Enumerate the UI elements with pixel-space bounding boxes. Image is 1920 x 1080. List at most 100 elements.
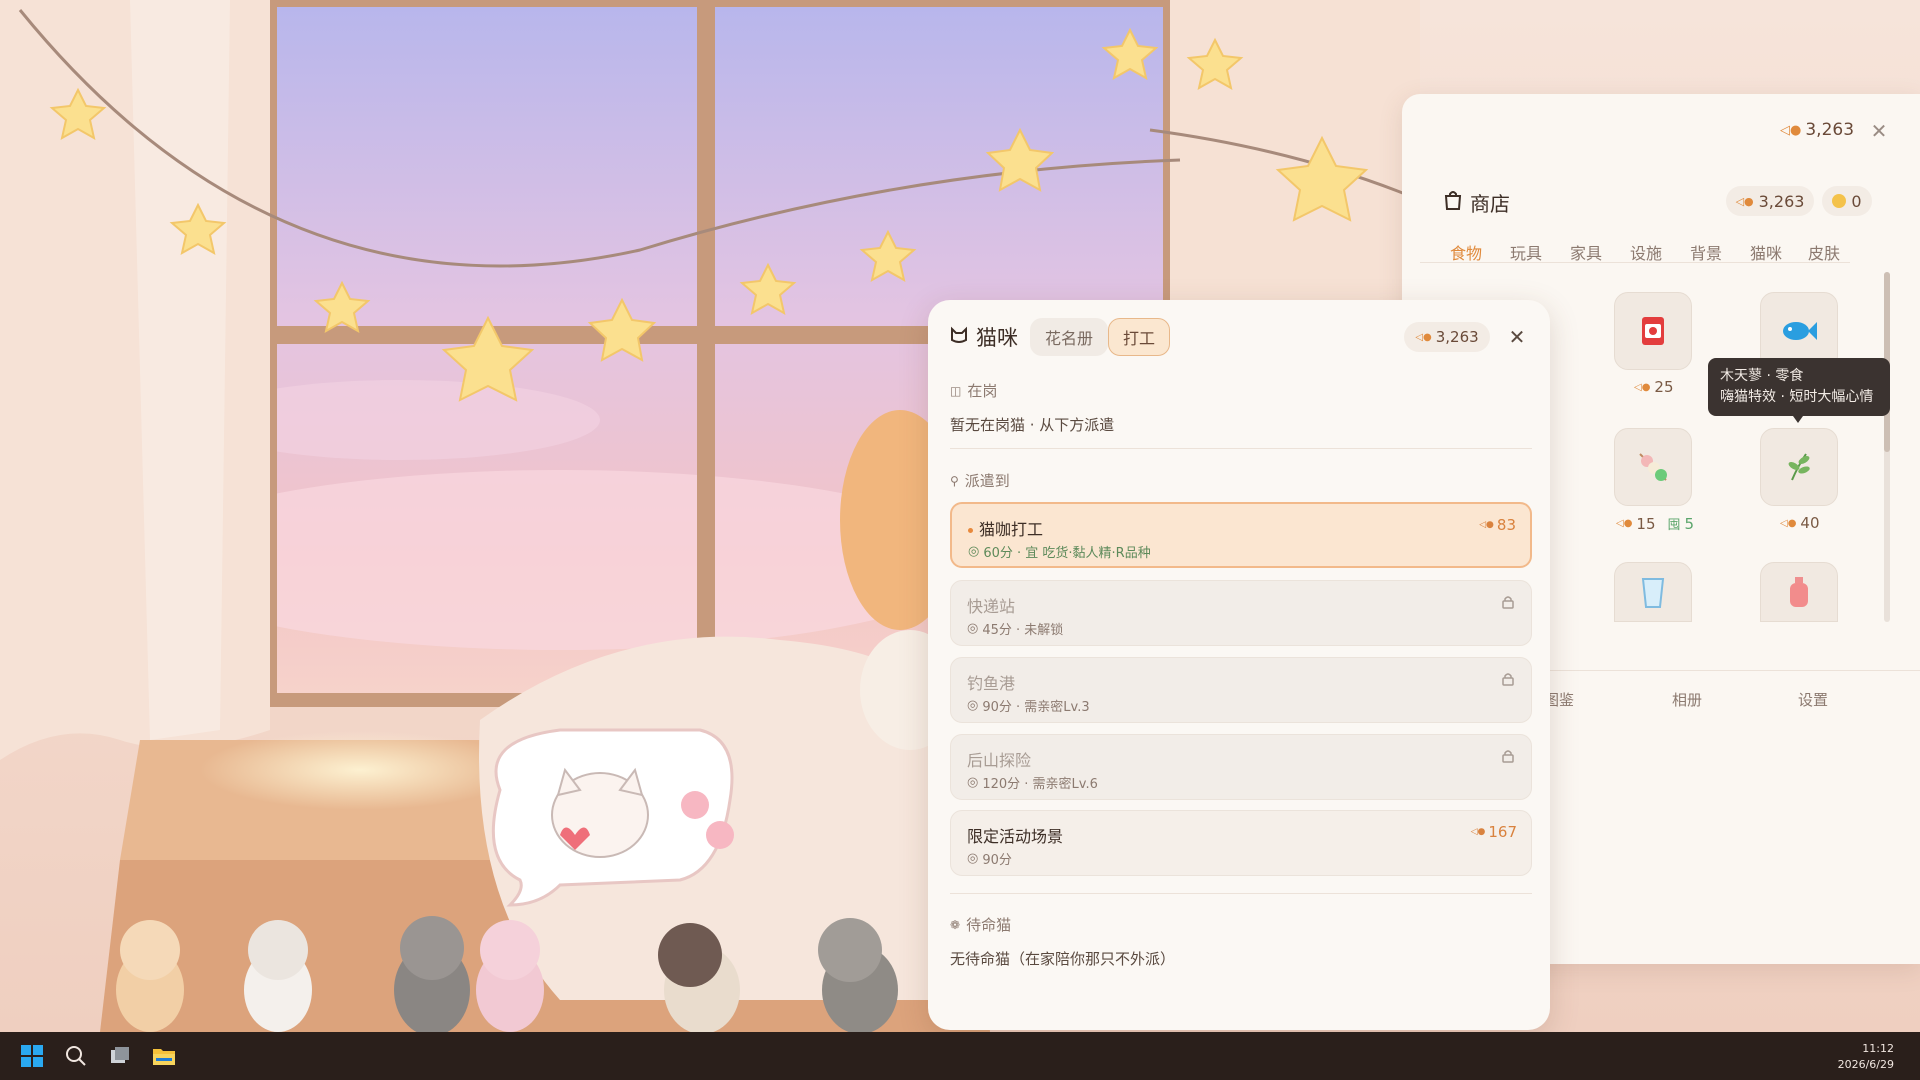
shop-item-milk[interactable] (1614, 562, 1692, 622)
shop-item-dango[interactable] (1614, 428, 1692, 506)
job-meta: 45分 · 未解锁 (982, 623, 1064, 638)
shop-tab-background[interactable]: 背景 (1690, 240, 1722, 264)
fish-coin-icon: ◁● (1735, 194, 1754, 208)
clock-icon: ◎ (967, 698, 979, 713)
taskbar: 11:12 2026/6/29 (0, 1032, 1920, 1080)
job-meta: 120分 · 需亲密Lv.6 (982, 777, 1098, 792)
shop-item-price: ◁● 25 (1634, 378, 1674, 396)
selected-dot-icon (968, 528, 973, 533)
job-courier-station[interactable]: 快递站 ◎ 45分 · 未解锁 (950, 580, 1532, 646)
standby-label: ❁ 待命猫 (950, 914, 1011, 935)
lock-icon (1502, 750, 1514, 763)
fish-coin-icon: ◁● (1470, 827, 1486, 837)
fish-coin-icon: ◁● (1780, 517, 1797, 529)
shop-tab-divider (1420, 262, 1850, 263)
shop-tab-skins[interactable]: 皮肤 (1808, 240, 1840, 264)
shop-tab-furniture[interactable]: 家具 (1570, 240, 1602, 264)
fish-coin-icon: ◁● (1616, 518, 1633, 529)
tab-work[interactable]: 打工 (1108, 318, 1170, 356)
dispatch-label: ⚲ 派遣到 (950, 470, 1010, 491)
windows-start-icon[interactable] (16, 1040, 48, 1072)
shop-item-bottle[interactable] (1760, 562, 1838, 622)
shop-coins-pill: ◁● 3,263 (1726, 186, 1814, 216)
taskbar-clock[interactable]: 11:12 2026/6/29 (1838, 1041, 1894, 1073)
shop-tab-food[interactable]: 食物 (1450, 240, 1482, 264)
tooltip-arrow (1793, 416, 1803, 423)
milk-icon (1641, 578, 1665, 608)
cat-panel-coins-value: 3,263 (1435, 328, 1479, 346)
file-explorer-icon[interactable] (148, 1040, 180, 1072)
nav-album[interactable]: 相册 (1672, 689, 1702, 710)
bottle-icon (1790, 577, 1808, 607)
standby-label-text: 待命猫 (966, 916, 1012, 934)
section-divider (950, 448, 1532, 449)
mood-icon: 囤 (1667, 518, 1681, 533)
shop-tab-cats[interactable]: 猫咪 (1750, 240, 1782, 264)
dispatch-label-text: 派遣到 (964, 472, 1010, 490)
shop-top-coins-value: 3,263 (1805, 120, 1855, 140)
job-mountain-exploration[interactable]: 后山探险 ◎ 120分 · 需亲密Lv.6 (950, 734, 1532, 800)
shop-item-canned-food[interactable] (1614, 292, 1692, 370)
fish-coin-icon: ◁● (1415, 331, 1432, 343)
shop-item-extra-value: 5 (1684, 514, 1695, 533)
fish-coin-icon: ◁● (1634, 381, 1651, 393)
job-limited-event[interactable]: 限定活动场景 ◎ 90分 ◁● 167 (950, 810, 1532, 876)
catnip-icon (1788, 453, 1810, 481)
shop-tab-toys[interactable]: 玩具 (1510, 240, 1542, 264)
fish-coin-icon: ◁● (1780, 122, 1802, 138)
canned-food-icon (1642, 317, 1664, 345)
on-duty-text: 暂无在岗猫 · 从下方派遣 (950, 416, 1115, 434)
cat-panel-title-text: 猫咪 (976, 326, 1018, 350)
job-name: 快递站 (967, 597, 1016, 616)
job-reward: 167 (1488, 823, 1517, 841)
cat-panel-close-button[interactable]: ✕ (1506, 326, 1528, 348)
shop-gems-pill: 0 (1822, 186, 1872, 216)
lock-icon (1502, 596, 1514, 609)
fish-icon (1783, 322, 1817, 340)
shop-item-price-value: 25 (1654, 378, 1674, 396)
shop-top-coins: ◁● 3,263 (1780, 120, 1856, 140)
job-name: 后山探险 (967, 751, 1032, 770)
shop-tab-facilities[interactable]: 设施 (1630, 240, 1662, 264)
cat-face-icon: ◫ (950, 383, 962, 398)
shop-title-text: 商店 (1470, 192, 1510, 216)
item-tooltip: 木天蓼 · 零食 嗨猫特效 · 短时大幅心情 (1708, 358, 1890, 416)
job-fishing-port[interactable]: 钓鱼港 ◎ 90分 · 需亲密Lv.3 (950, 657, 1532, 723)
shopping-bag-icon (1444, 190, 1462, 215)
task-view-icon[interactable] (104, 1040, 136, 1072)
gold-coin-icon (1832, 194, 1847, 208)
job-meta: 90分 (982, 853, 1012, 868)
on-duty-label-text: 在岗 (967, 382, 998, 400)
paw-icon: ❁ (950, 917, 961, 932)
job-name: 限定活动场景 (967, 827, 1064, 846)
shop-gems-pill-value: 0 (1851, 191, 1862, 211)
shop-close-button[interactable]: ✕ (1868, 120, 1890, 142)
nav-settings[interactable]: 设置 (1798, 689, 1828, 710)
cat-face-icon (950, 325, 968, 349)
job-reward: 83 (1496, 516, 1516, 534)
shop-item-price-value: 15 (1636, 514, 1656, 533)
job-meta: 90分 · 需亲密Lv.3 (982, 700, 1090, 715)
cat-panel-coins: ◁● 3,263 (1404, 322, 1490, 352)
shop-item-price: ◁● 40 (1780, 514, 1820, 532)
cat-panel-title: 猫咪 (950, 322, 1018, 352)
shop-scrollbar[interactable] (1884, 272, 1890, 622)
on-duty-label: ◫ 在岗 (950, 380, 997, 401)
tooltip-line1: 木天蓼 · 零食 (1720, 368, 1804, 384)
standby-text: 无待命猫（在家陪你那只不外派） (950, 950, 1176, 968)
search-icon[interactable] (60, 1040, 92, 1072)
shop-item-price: ◁● 15 囤5 (1616, 514, 1695, 534)
job-cat-cafe[interactable]: 猫咖打工 ◎ 60分 · 宜 吃货·黏人精·R品种 ◁● 83 (950, 502, 1532, 568)
tab-roster[interactable]: 花名册 (1030, 318, 1108, 356)
job-meta: 60分 · 宜 吃货·黏人精·R品种 (983, 546, 1151, 561)
shop-title: 商店 (1444, 188, 1510, 217)
shop-item-catnip[interactable] (1760, 428, 1838, 506)
clock-icon: ◎ (967, 851, 979, 866)
shop-item-price-value: 40 (1800, 514, 1820, 532)
pin-icon: ⚲ (950, 473, 959, 488)
clock-icon: ◎ (967, 775, 979, 790)
dango-icon (1639, 453, 1667, 481)
clock-date: 2026/6/29 (1837, 1058, 1894, 1071)
clock-time: 11:12 (1862, 1042, 1894, 1055)
section-divider (950, 893, 1532, 894)
